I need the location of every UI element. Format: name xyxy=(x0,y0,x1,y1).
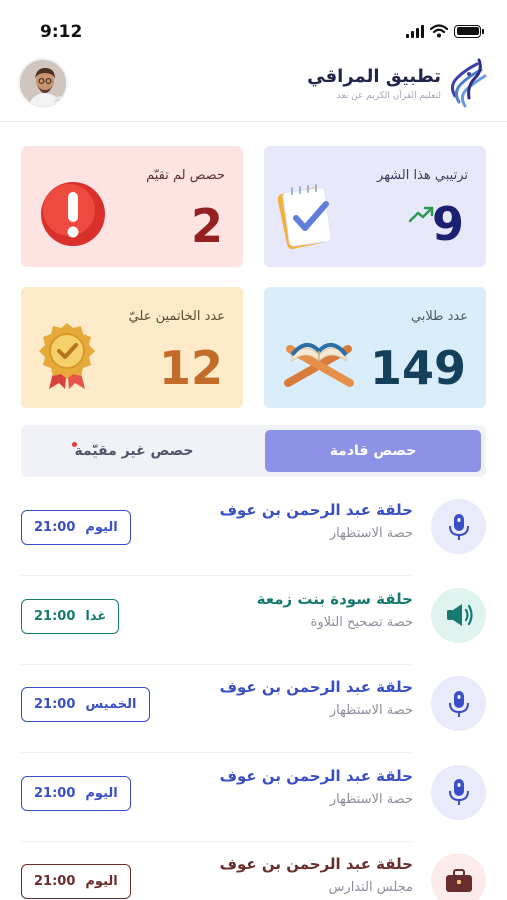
tab-unrated-label: حصص غير مقيّمة xyxy=(74,443,194,459)
khatm-card[interactable]: عدد الخاتمين عليّ 12 xyxy=(21,287,243,408)
microphone-icon xyxy=(431,499,486,554)
session-type: حصة الاستظهار xyxy=(329,526,413,541)
session-type: مجلس التدارس xyxy=(328,880,413,895)
session-row[interactable]: حلقة عبد الرحمن بن عوف مجلس التدارس 21:0… xyxy=(21,842,486,900)
session-type: حصة تصحيح التلاوة xyxy=(310,614,413,630)
session-title: حلقة عبد الرحمن بن عوف xyxy=(219,855,413,873)
avatar[interactable] xyxy=(18,58,68,108)
briefcase-icon xyxy=(431,853,486,900)
battery-icon xyxy=(454,24,484,38)
session-type: حصة الاستظهار xyxy=(329,703,413,718)
session-title: حلقة عبد الرحمن بن عوف xyxy=(219,501,413,519)
session-type: حصة الاستظهار xyxy=(329,791,413,807)
tab-upcoming-label: حصص قادمة xyxy=(329,443,417,459)
khatm-label: عدد الخاتمين عليّ xyxy=(128,309,225,324)
status-bar: 9:12 xyxy=(0,0,507,58)
students-card[interactable]: عدد طلابي 149 xyxy=(264,287,486,408)
session-row[interactable]: حلقة عبد الرحمن بن عوف حصة الاستظهار 21:… xyxy=(21,488,486,576)
wifi-icon xyxy=(430,24,448,38)
session-time-badge[interactable]: 21:00 اليوم xyxy=(21,775,131,811)
session-title: حلقة سودة بنت زمعة xyxy=(256,589,413,608)
khatm-value: 12 xyxy=(158,341,223,395)
tab-unrated-sessions[interactable]: حصص غير مقيّمة xyxy=(26,430,242,472)
tab-upcoming-sessions[interactable]: حصص قادمة xyxy=(265,430,481,472)
session-time: 21:00 xyxy=(34,697,76,712)
app-tagline: لتعليم القرآن الكريم عن بعد xyxy=(336,90,441,101)
award-badge-icon xyxy=(39,323,95,389)
status-icons xyxy=(406,24,484,38)
rank-value: 9 xyxy=(431,197,464,251)
status-time: 9:12 xyxy=(40,22,83,42)
session-time-badge[interactable]: 21:00 اليوم xyxy=(21,864,131,899)
app-name: تطبيق المراقي xyxy=(307,65,441,87)
rank-card[interactable]: ترتيبي هذا الشهر 9 xyxy=(264,146,486,267)
session-title: حلقة عبد الرحمن بن عوف xyxy=(219,678,413,696)
session-row[interactable]: حلقة عبد الرحمن بن عوف حصة الاستظهار 21:… xyxy=(21,754,486,842)
rank-label: ترتيبي هذا الشهر xyxy=(377,168,468,183)
session-time: 21:00 xyxy=(34,785,76,801)
session-time: 21:00 xyxy=(34,874,76,889)
speaker-icon xyxy=(431,587,486,643)
session-row[interactable]: حلقة عبد الرحمن بن عوف حصة الاستظهار 21:… xyxy=(21,665,486,753)
session-time-badge[interactable]: 21:00 الخميس xyxy=(21,687,150,722)
session-tabs: حصص قادمة حصص غير مقيّمة xyxy=(21,425,486,477)
alert-icon xyxy=(41,182,105,246)
missed-sessions-card[interactable]: حصص لم تقيّم 2 xyxy=(21,146,243,267)
session-day: اليوم xyxy=(85,874,118,889)
session-row[interactable]: حلقة سودة بنت زمعة حصة تصحيح التلاوة 21:… xyxy=(21,577,486,665)
students-label: عدد طلابي xyxy=(410,309,468,324)
session-day: الخميس xyxy=(85,697,137,712)
microphone-icon xyxy=(431,764,486,820)
session-day: غدا xyxy=(85,608,107,624)
app-logo-icon xyxy=(450,58,487,108)
missed-label: حصص لم تقيّم xyxy=(146,168,225,183)
notification-dot xyxy=(72,442,77,447)
checklist-icon xyxy=(277,184,332,250)
session-time: 21:00 xyxy=(34,520,76,535)
app-header: تطبيق المراقي لتعليم القرآن الكريم عن بع… xyxy=(0,56,507,122)
session-time: 21:00 xyxy=(34,608,76,624)
session-time-badge[interactable]: 21:00 غدا xyxy=(21,598,120,634)
missed-value: 2 xyxy=(190,199,223,253)
signal-icon xyxy=(406,24,424,38)
session-day: اليوم xyxy=(85,520,118,535)
session-time-badge[interactable]: 21:00 اليوم xyxy=(21,510,131,545)
app-brand: تطبيق المراقي لتعليم القرآن الكريم عن بع… xyxy=(307,56,487,110)
quran-stand-icon xyxy=(284,343,354,387)
session-title: حلقة عبد الرحمن بن عوف xyxy=(219,766,413,785)
trend-arrow-icon xyxy=(408,206,434,223)
session-day: اليوم xyxy=(85,785,118,801)
microphone-icon xyxy=(431,676,486,731)
students-value: 149 xyxy=(369,341,466,395)
